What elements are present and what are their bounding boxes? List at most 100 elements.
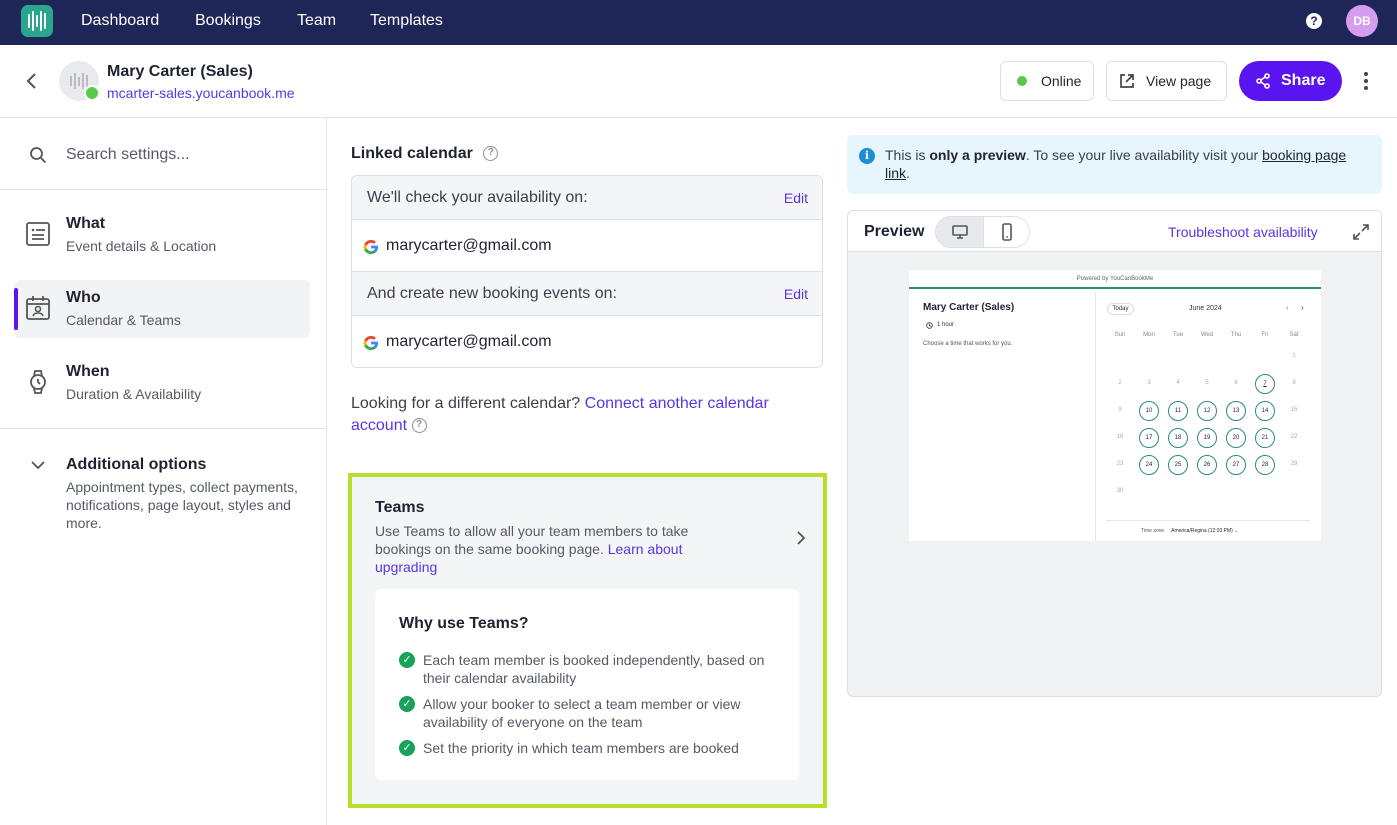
calendar-day[interactable]: 26	[1197, 455, 1217, 475]
calendar-day[interactable]: 14	[1255, 401, 1275, 421]
preview-month: June 2024	[1189, 305, 1222, 312]
reason-text: Each team member is booked independently…	[423, 652, 765, 686]
weekday-label: Thu	[1230, 332, 1242, 338]
settings-sidebar: Search settings... What Event details & …	[0, 118, 327, 825]
reason-item: ✓ Allow your booker to select a team mem…	[399, 695, 779, 731]
clock-icon	[926, 322, 933, 329]
preview-duration: 1 hour	[937, 322, 955, 328]
check-circle-icon: ✓	[399, 652, 415, 668]
preview-timezone: Time zone America/Regina (12:03 PM) ⌄	[1141, 528, 1239, 534]
calendar-day[interactable]: 17	[1139, 428, 1159, 448]
desktop-icon	[951, 225, 968, 239]
weekday-label: Wed	[1200, 332, 1214, 338]
page-header: Mary Carter (Sales) mcarter-sales.youcan…	[0, 45, 1397, 118]
calendar-day[interactable]: 10	[1139, 401, 1159, 421]
user-avatar[interactable]: DB	[1346, 5, 1378, 37]
more-options-icon[interactable]	[1358, 72, 1374, 92]
app-logo-icon[interactable]	[21, 5, 53, 37]
calendar-day: 15	[1290, 407, 1298, 413]
share-label: Share	[1281, 72, 1326, 89]
calendar-day[interactable]: 13	[1226, 401, 1246, 421]
additional-options[interactable]: Additional options Appointment types, co…	[66, 456, 306, 532]
calendar-day: 9	[1118, 407, 1122, 413]
looking-text: Looking for a different calendar?	[351, 395, 581, 412]
sidebar-item-when[interactable]: When Duration & Availability	[14, 354, 310, 412]
calendar-day[interactable]: 19	[1197, 428, 1217, 448]
calendar-person-icon	[26, 296, 50, 320]
preview-panel: Preview Troubleshoot availability Powere…	[847, 210, 1382, 697]
create-events-label: And create new booking events on:	[367, 285, 617, 302]
calendar-day: 5	[1205, 380, 1209, 386]
check-calendar-account: marycarter@gmail.com	[352, 220, 822, 272]
reason-text: Allow your booker to select a team membe…	[423, 696, 741, 730]
calendar-day[interactable]: 25	[1168, 455, 1188, 475]
search-input[interactable]: Search settings...	[66, 146, 190, 164]
view-page-button[interactable]: View page	[1106, 61, 1227, 101]
prev-month-icon: ‹	[1286, 303, 1289, 312]
calendar-day[interactable]: 20	[1226, 428, 1246, 448]
sidebar-item-subtitle: Duration & Availability	[66, 386, 202, 402]
chevron-down-icon[interactable]	[30, 458, 46, 472]
mobile-icon	[1002, 223, 1012, 241]
weekday-label: Mon	[1143, 332, 1155, 338]
sidebar-item-what[interactable]: What Event details & Location	[14, 206, 310, 264]
sidebar-item-who[interactable]: Who Calendar & Teams	[14, 280, 310, 338]
calendar-day: 30	[1116, 488, 1124, 494]
calendar-day: 6	[1234, 380, 1238, 386]
calendar-day[interactable]: 21	[1255, 428, 1275, 448]
booking-page-preview: Powered by YouCanBookMe Mary Carter (Sal…	[909, 270, 1321, 541]
calendar-day[interactable]: 12	[1197, 401, 1217, 421]
sidebar-divider	[0, 428, 326, 429]
info-pre: This is	[885, 147, 926, 163]
question-icon[interactable]: ?	[411, 418, 427, 434]
calendar-day[interactable]: 18	[1168, 428, 1188, 448]
calendar-day[interactable]: 28	[1255, 455, 1275, 475]
why-teams-title: Why use Teams?	[399, 615, 529, 632]
create-calendar-account: marycarter@gmail.com	[352, 316, 822, 367]
info-end: .	[906, 165, 910, 181]
preview-page-name: Mary Carter (Sales)	[923, 302, 1015, 313]
calendar-day[interactable]: 27	[1226, 455, 1246, 475]
back-arrow-icon[interactable]	[24, 71, 40, 91]
create-events-row: And create new booking events on: Edit	[352, 272, 822, 316]
online-status-button[interactable]: Online	[1000, 61, 1094, 101]
teams-card[interactable]: Teams Use Teams to allow all your team m…	[348, 473, 827, 808]
question-icon[interactable]: ?	[483, 146, 499, 162]
online-status-dot	[84, 85, 100, 101]
nav-team[interactable]: Team	[297, 12, 336, 30]
sidebar-item-subtitle: Calendar & Teams	[66, 312, 181, 328]
share-button[interactable]: Share	[1239, 61, 1342, 101]
chevron-right-icon[interactable]	[795, 529, 807, 547]
calendar-day[interactable]: 11	[1168, 401, 1188, 421]
calendar-day: 8	[1292, 380, 1296, 386]
view-page-label: View page	[1146, 73, 1212, 89]
check-availability-label: We'll check your availability on:	[367, 189, 588, 206]
calendar-day: 3	[1147, 380, 1151, 386]
troubleshoot-availability-link[interactable]: Troubleshoot availability	[1168, 224, 1318, 240]
nav-templates[interactable]: Templates	[370, 12, 443, 30]
preview-today-button: Today	[1107, 303, 1134, 315]
calendar-day: 22	[1290, 434, 1298, 440]
nav-bookings[interactable]: Bookings	[195, 12, 261, 30]
nav-dashboard[interactable]: Dashboard	[81, 12, 159, 30]
weekday-label: Fri	[1261, 332, 1269, 338]
calendar-day[interactable]: 24	[1139, 455, 1159, 475]
calendar-day: 4	[1176, 380, 1180, 386]
page-title: Mary Carter (Sales)	[107, 63, 253, 80]
tz-label: Time zone	[1141, 528, 1165, 534]
edit-create-calendar-link[interactable]: Edit	[784, 286, 808, 302]
check-circle-icon: ✓	[399, 696, 415, 712]
mobile-view-button[interactable]	[983, 217, 1029, 247]
booking-page-url[interactable]: mcarter-sales.youcanbook.me	[107, 85, 295, 101]
external-link-icon	[1120, 74, 1134, 88]
help-icon[interactable]: ?	[1306, 13, 1322, 29]
teams-description: Use Teams to allow all your team members…	[375, 522, 725, 576]
expand-icon[interactable]	[1352, 223, 1370, 241]
preview-title: Preview	[864, 223, 925, 240]
edit-check-calendar-link[interactable]: Edit	[784, 190, 808, 206]
weekday-label: Sat	[1289, 332, 1299, 338]
search-settings[interactable]: Search settings...	[0, 118, 326, 190]
desktop-view-button[interactable]	[936, 217, 983, 247]
info-bold: only a preview	[929, 147, 1026, 163]
sidebar-item-title: Who	[66, 289, 101, 306]
